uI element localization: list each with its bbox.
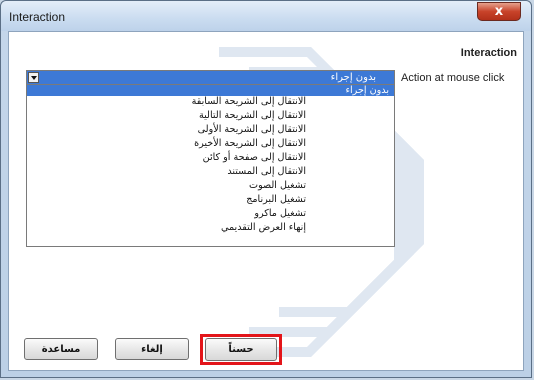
- ok-button[interactable]: حسناً: [205, 338, 277, 361]
- option-document[interactable]: الانتقال إلى المستند: [227, 166, 306, 177]
- option-end-presentation[interactable]: إنهاء العرض التقديمي: [221, 222, 306, 233]
- window-title: Interaction: [9, 10, 66, 24]
- help-button[interactable]: مساعدة: [24, 338, 98, 360]
- option-no-action[interactable]: بدون إجراء: [27, 85, 394, 96]
- action-select-value: بدون إجراء: [330, 72, 376, 83]
- dialog-body: Interaction Action at mouse click بدون إ…: [8, 31, 524, 371]
- action-options-list[interactable]: بدون إجراء الانتقال إلى الشريحة السابقة …: [26, 85, 395, 247]
- panel-heading: Interaction: [460, 47, 517, 59]
- action-select[interactable]: بدون إجراء: [26, 70, 395, 85]
- title-bar[interactable]: Interaction x: [1, 1, 531, 31]
- cancel-button[interactable]: إلغاء: [115, 338, 189, 360]
- interaction-dialog: Interaction x Interaction Action at mous…: [0, 0, 532, 378]
- option-next-slide[interactable]: الانتقال إلى الشريحة التالية: [199, 110, 306, 121]
- option-previous-slide[interactable]: الانتقال إلى الشريحة السابقة: [192, 96, 306, 107]
- option-last-slide[interactable]: الانتقال إلى الشريحة الأخيرة: [194, 138, 306, 149]
- chevron-down-icon: [30, 75, 37, 80]
- option-page-or-object[interactable]: الانتقال إلى صفحة أو كائن: [203, 152, 306, 163]
- dropdown-toggle[interactable]: [28, 72, 39, 83]
- option-play-sound[interactable]: تشغيل الصوت: [249, 180, 306, 191]
- close-icon: x: [494, 4, 504, 19]
- option-first-slide[interactable]: الانتقال إلى الشريحة الأولى: [198, 124, 306, 135]
- close-button[interactable]: x: [477, 2, 521, 21]
- action-at-mouse-click-label: Action at mouse click: [401, 72, 505, 84]
- ok-button-highlight: حسناً: [200, 334, 282, 365]
- option-run-program[interactable]: تشغيل البرنامج: [246, 194, 306, 205]
- option-run-macro[interactable]: تشغيل ماكرو: [254, 208, 306, 219]
